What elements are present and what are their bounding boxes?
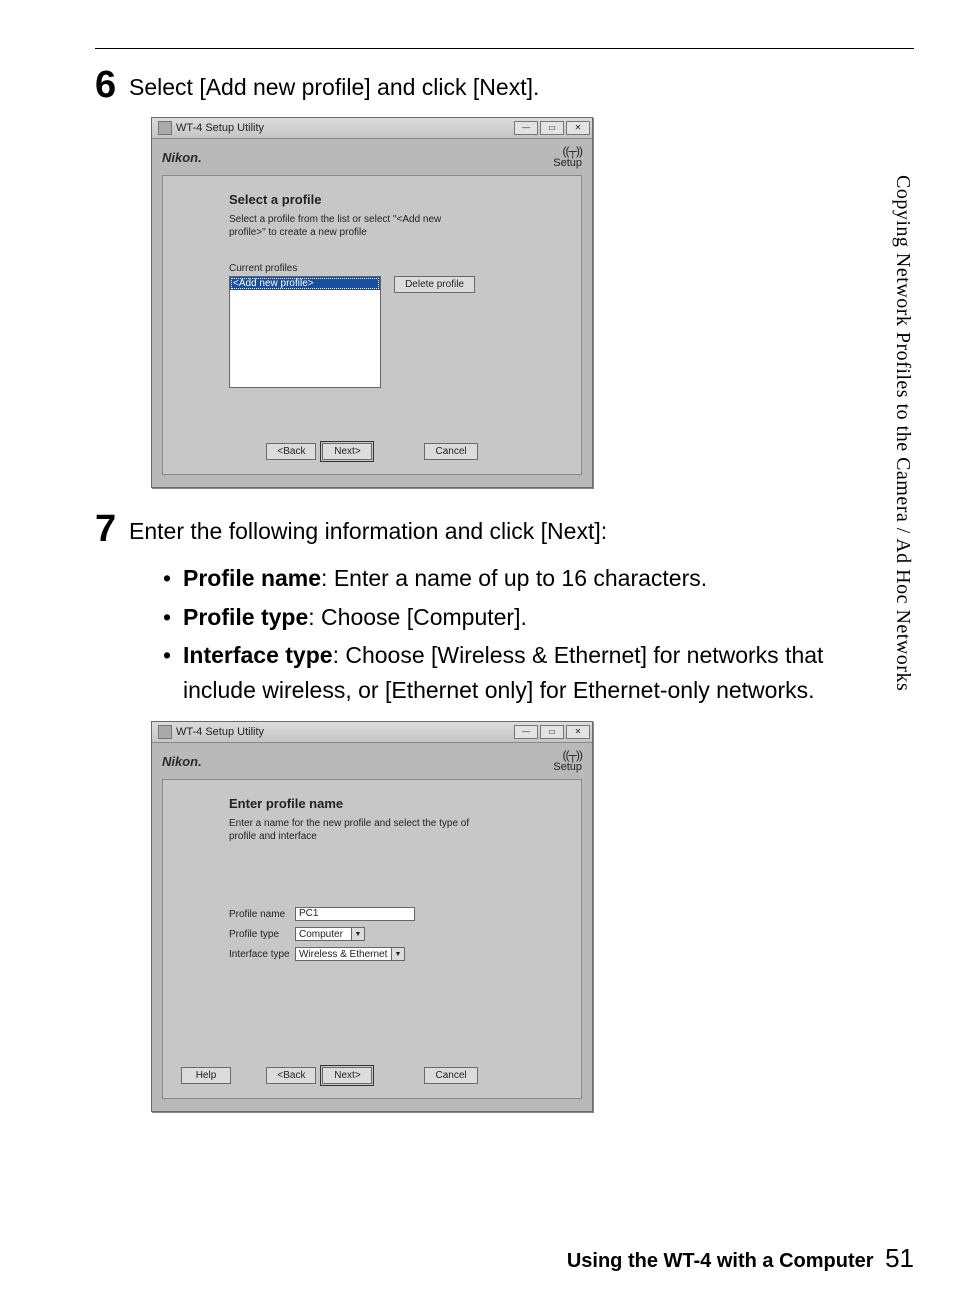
- chevron-down-icon: ▼: [391, 948, 404, 960]
- setup-icon: ((┬))Setup: [553, 749, 582, 773]
- next-button[interactable]: Next>: [322, 443, 372, 460]
- bullet-interface-type: Interface type: Choose [Wireless & Ether…: [163, 638, 844, 707]
- step-7: 7 Enter the following information and cl…: [95, 510, 914, 711]
- dialog-select-profile: WT-4 Setup Utility — ▭ ✕ Nikon. ((┬))Set…: [151, 117, 593, 488]
- side-section-label: Copying Network Profiles to the Camera /…: [891, 175, 914, 691]
- step-6-instruction: Select [Add new profile] and click [Next…: [129, 72, 914, 103]
- back-button[interactable]: <Back: [266, 443, 316, 460]
- page-number: 51: [885, 1243, 914, 1273]
- list-item-add-new-profile[interactable]: <Add new profile>: [230, 277, 380, 290]
- wizard-buttons: <Back Next> Cancel: [163, 1067, 581, 1084]
- panel-description: Enter a name for the new profile and sel…: [229, 817, 479, 843]
- current-profiles-label: Current profiles: [229, 263, 563, 274]
- titlebar: WT-4 Setup Utility — ▭ ✕: [152, 722, 592, 743]
- next-button[interactable]: Next>: [322, 1067, 372, 1084]
- maximize-icon[interactable]: ▭: [540, 121, 564, 135]
- cancel-button[interactable]: Cancel: [424, 1067, 477, 1084]
- step-7-instruction: Enter the following information and clic…: [129, 516, 914, 547]
- minimize-icon[interactable]: —: [514, 121, 538, 135]
- profile-type-label: Profile type: [229, 929, 295, 940]
- titlebar: WT-4 Setup Utility — ▭ ✕: [152, 118, 592, 139]
- step-6-text: Select [Add new profile] and click [Next…: [129, 66, 914, 109]
- panel-heading: Enter profile name: [229, 796, 563, 811]
- page-footer: Using the WT-4 with a Computer 51: [567, 1243, 914, 1274]
- panel-heading: Select a profile: [229, 192, 563, 207]
- interface-type-label: Interface type: [229, 949, 295, 960]
- row-interface-type: Interface type Wireless & Ethernet▼: [229, 947, 563, 961]
- profile-type-select[interactable]: Computer▼: [295, 927, 365, 941]
- window-title: WT-4 Setup Utility: [176, 122, 512, 134]
- setup-icon: ((┬))Setup: [553, 145, 582, 169]
- dialog-enter-profile-name: WT-4 Setup Utility — ▭ ✕ Nikon. ((┬))Set…: [151, 721, 593, 1112]
- window-title: WT-4 Setup Utility: [176, 726, 512, 738]
- close-icon[interactable]: ✕: [566, 121, 590, 135]
- profile-name-input[interactable]: PC1: [295, 907, 415, 921]
- step-6: 6 Select [Add new profile] and click [Ne…: [95, 66, 914, 109]
- top-rule: [95, 48, 914, 49]
- bullet-profile-name: Profile name: Enter a name of up to 16 c…: [163, 561, 844, 596]
- panel-description: Select a profile from the list or select…: [229, 213, 479, 239]
- app-icon: [158, 121, 172, 135]
- brand-label: Nikon.: [162, 754, 202, 769]
- bullet-profile-type: Profile type: Choose [Computer].: [163, 600, 844, 635]
- step-number-7: 7: [95, 510, 129, 548]
- step-7-bullets: Profile name: Enter a name of up to 16 c…: [129, 561, 914, 707]
- step-number-6: 6: [95, 66, 129, 104]
- profiles-listbox[interactable]: <Add new profile>: [229, 276, 381, 388]
- close-icon[interactable]: ✕: [566, 725, 590, 739]
- row-profile-type: Profile type Computer▼: [229, 927, 563, 941]
- interface-type-select[interactable]: Wireless & Ethernet▼: [295, 947, 405, 961]
- cancel-button[interactable]: Cancel: [424, 443, 477, 460]
- profile-name-label: Profile name: [229, 909, 295, 920]
- dialog-panel: Enter profile name Enter a name for the …: [162, 779, 582, 1099]
- brand-label: Nikon.: [162, 150, 202, 165]
- app-icon: [158, 725, 172, 739]
- step-7-text: Enter the following information and clic…: [129, 510, 914, 711]
- dialog-header: Nikon. ((┬))Setup: [152, 743, 592, 779]
- minimize-icon[interactable]: —: [514, 725, 538, 739]
- dialog-header: Nikon. ((┬))Setup: [152, 139, 592, 175]
- row-profile-name: Profile name PC1: [229, 907, 563, 921]
- wizard-buttons: <Back Next> Cancel: [163, 443, 581, 460]
- back-button[interactable]: <Back: [266, 1067, 316, 1084]
- chevron-down-icon: ▼: [351, 928, 364, 940]
- delete-profile-button[interactable]: Delete profile: [394, 276, 475, 293]
- maximize-icon[interactable]: ▭: [540, 725, 564, 739]
- footer-section-title: Using the WT-4 with a Computer: [567, 1250, 874, 1272]
- dialog-panel: Select a profile Select a profile from t…: [162, 175, 582, 475]
